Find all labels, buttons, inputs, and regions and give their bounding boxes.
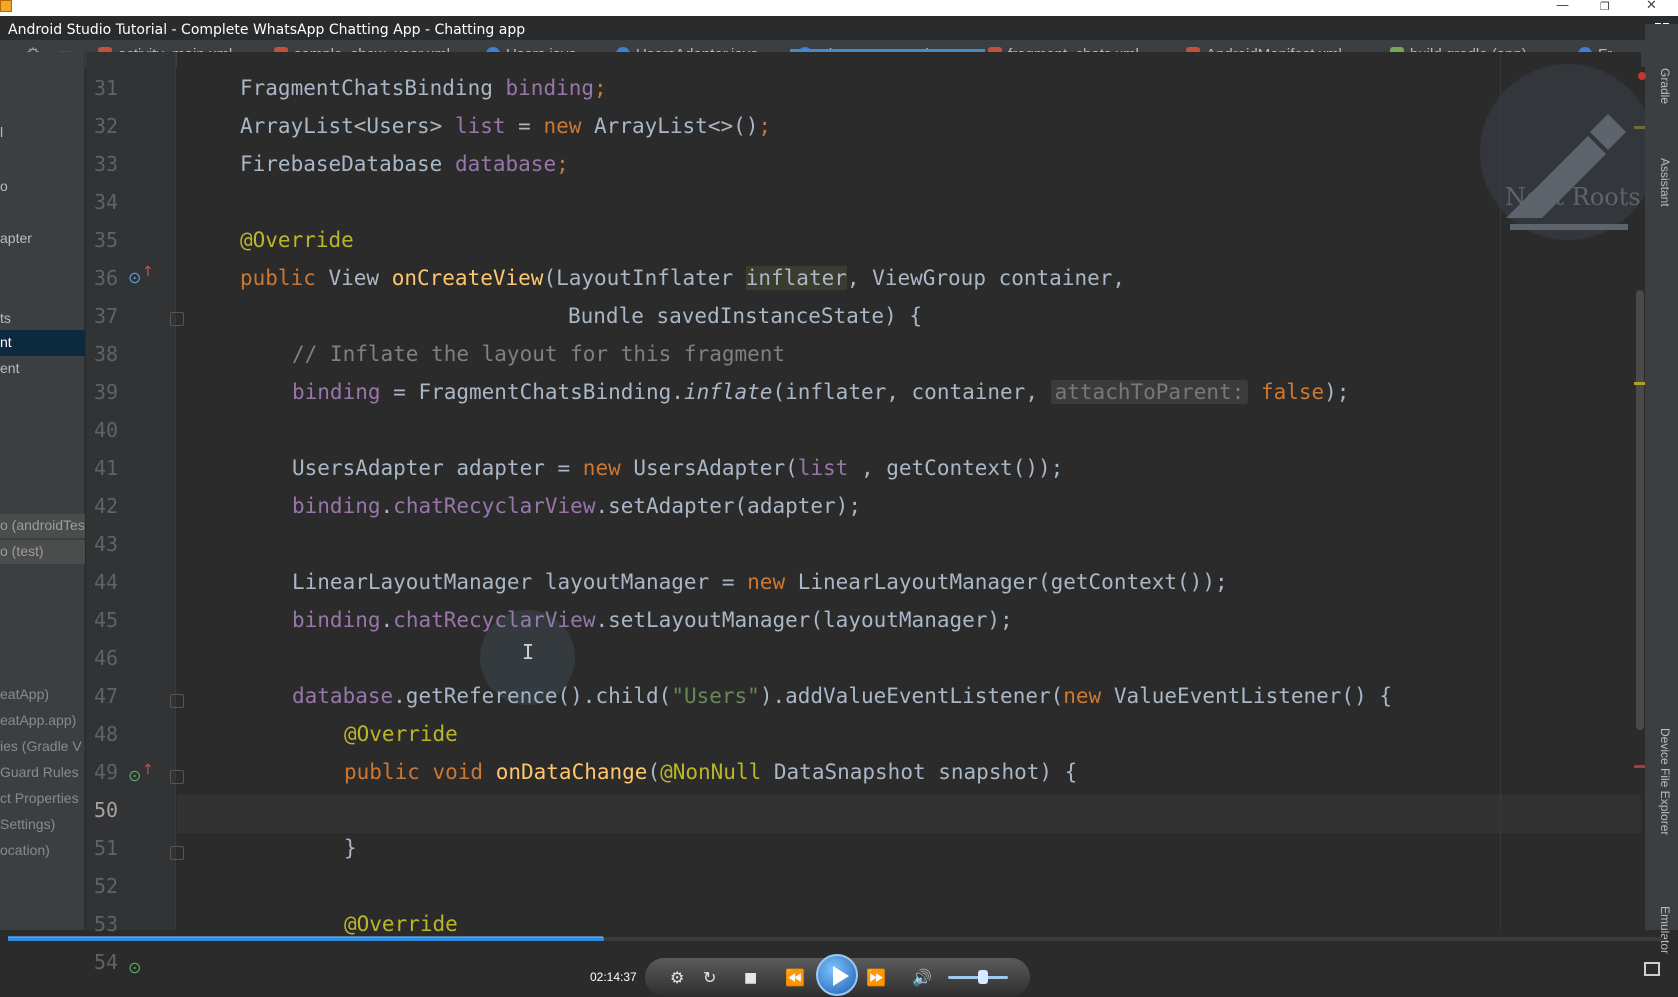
code-line-47: database.getReference().child("Users").a… — [292, 684, 1392, 708]
project-tree-item[interactable]: Guard Rules — [0, 764, 79, 780]
window-titlebar: — ❐ ✕ — [0, 0, 1678, 16]
line-number: 31 — [94, 76, 119, 100]
code-line-51: } — [344, 836, 357, 860]
fold-icon[interactable] — [170, 770, 184, 784]
implement-marker-icon[interactable]: ⊙ — [128, 958, 141, 977]
watermark-text: Neat Roots — [1505, 183, 1641, 211]
close-button[interactable]: ✕ — [1646, 0, 1657, 13]
line-number: 44 — [94, 570, 119, 594]
project-tree-item[interactable]: o (test) — [0, 540, 85, 564]
text-cursor-icon: I — [522, 640, 535, 664]
project-tree-item[interactable]: apter — [0, 230, 32, 246]
code-line-37: Bundle savedInstanceState) { — [568, 304, 923, 328]
stop-icon[interactable]: ■ — [744, 970, 757, 986]
project-tree-item[interactable]: Settings) — [0, 816, 55, 832]
line-number: 51 — [94, 836, 119, 860]
rewind-icon[interactable]: ⏪ — [785, 968, 805, 987]
line-number: 52 — [94, 874, 119, 898]
assistant-tool-button[interactable]: Assistant — [1658, 158, 1672, 207]
line-number: 32 — [94, 114, 119, 138]
project-tree-item[interactable]: ent — [0, 360, 19, 376]
line-number: 49 — [94, 760, 119, 784]
code-line-36: public View onCreateView(LayoutInflater … — [240, 266, 1126, 290]
code-line-38: // Inflate the layout for this fragment — [292, 342, 786, 366]
project-tree-item[interactable]: eatApp) — [0, 686, 49, 702]
repeat-icon[interactable]: ↻ — [703, 968, 716, 987]
line-number: 48 — [94, 722, 119, 746]
seek-glow — [8, 936, 603, 938]
restore-button[interactable]: ❐ — [1600, 0, 1610, 13]
line-number: 35 — [94, 228, 119, 252]
code-line-35: @Override — [240, 228, 354, 252]
line-number: 33 — [94, 152, 119, 176]
current-line-highlight — [177, 795, 1641, 833]
line-number: 38 — [94, 342, 119, 366]
emulator-tool-button[interactable]: Emulator — [1658, 906, 1672, 954]
fast-forward-icon[interactable]: ⏩ — [866, 968, 886, 987]
line-number: 47 — [94, 684, 119, 708]
fullscreen-icon[interactable] — [1644, 962, 1660, 976]
implement-marker-icon[interactable]: ⊙ — [128, 766, 141, 785]
project-tree-item[interactable]: o — [0, 178, 8, 194]
fold-icon[interactable] — [170, 312, 184, 326]
line-number: 34 — [94, 190, 119, 214]
gradle-tool-button[interactable]: Gradle — [1658, 68, 1672, 104]
override-marker-icon[interactable]: ⊙ — [128, 268, 141, 287]
line-number: 50 — [94, 798, 119, 822]
code-line-48: @Override — [344, 722, 458, 746]
code-line-44: LinearLayoutManager layoutManager = new … — [292, 570, 1228, 594]
code-line-39: binding = FragmentChatsBinding.inflate(i… — [292, 380, 1350, 404]
pencil-logo-icon — [1480, 64, 1645, 240]
fold-icon[interactable] — [170, 694, 184, 708]
volume-icon[interactable]: 🔊 — [912, 968, 932, 987]
code-line-32: ArrayList<Users> list = new ArrayList<>(… — [240, 114, 772, 138]
minimize-button[interactable]: — — [1556, 0, 1569, 13]
line-number: 46 — [94, 646, 119, 670]
line-number: 54 — [94, 950, 119, 974]
fold-icon[interactable] — [170, 846, 184, 860]
project-tree-item[interactable]: ocation) — [0, 842, 50, 858]
code-line-42: binding.chatRecyclarView.setAdapter(adap… — [292, 494, 861, 518]
project-tree-item[interactable]: ts — [0, 310, 11, 326]
project-tree-item[interactable]: ct Properties — [0, 790, 79, 806]
line-number: 43 — [94, 532, 119, 556]
project-tree-item[interactable]: eatApp.app) — [0, 712, 76, 728]
settings-icon[interactable]: ⚙ — [670, 968, 684, 987]
code-line-31: FragmentChatsBinding binding; — [240, 76, 607, 100]
app-icon — [0, 0, 12, 12]
line-number: 53 — [94, 912, 119, 936]
line-number: 41 — [94, 456, 119, 480]
line-number: 42 — [94, 494, 119, 518]
up-arrow-icon: ↑ — [142, 264, 154, 280]
video-title: Android Studio Tutorial - Complete Whats… — [8, 22, 526, 38]
line-number: 36 — [94, 266, 119, 290]
editor-scrollbar[interactable] — [1636, 290, 1644, 730]
code-line-49: public void onDataChange(@NonNull DataSn… — [344, 760, 1078, 784]
line-number: 45 — [94, 608, 119, 632]
code-line-45: binding.chatRecyclarView.setLayoutManage… — [292, 608, 1013, 632]
line-number: 39 — [94, 380, 119, 404]
up-arrow-icon: ↑ — [142, 762, 154, 778]
line-number: 37 — [94, 304, 119, 328]
line-number: 40 — [94, 418, 119, 442]
project-tree-item[interactable]: l — [0, 124, 3, 140]
code-line-53: @Override — [344, 912, 458, 936]
device-file-explorer-button[interactable]: Device File Explorer — [1658, 728, 1672, 835]
elapsed-time: 02:14:37 — [590, 970, 637, 984]
code-line-33: FirebaseDatabase database; — [240, 152, 569, 176]
code-line-41: UsersAdapter adapter = new UsersAdapter(… — [292, 456, 1064, 480]
play-button[interactable] — [816, 954, 858, 996]
volume-knob[interactable] — [978, 970, 988, 984]
project-tree-item[interactable]: nt — [0, 330, 85, 356]
project-tree-item[interactable]: ies (Gradle V — [0, 738, 82, 754]
project-tree-item[interactable]: o (androidTes — [0, 514, 85, 538]
